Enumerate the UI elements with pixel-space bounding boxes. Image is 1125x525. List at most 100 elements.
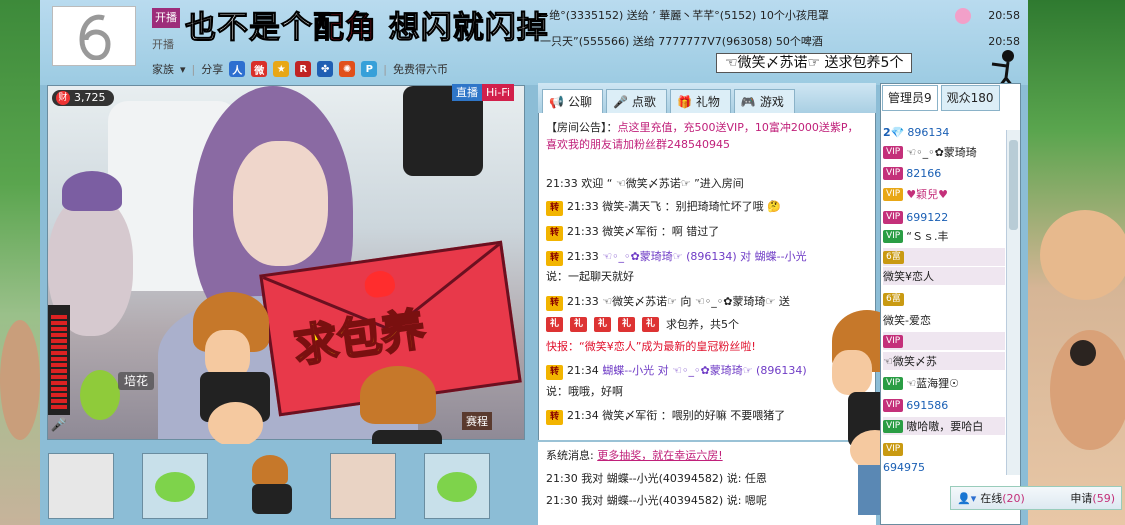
flower-button[interactable]: 培花	[118, 372, 155, 390]
gift-item-icon: 礼	[618, 316, 635, 332]
chat-message: 转 21:34 微笑〆军衔 ：喂别的好嘛 不要喂猪了	[546, 407, 785, 425]
user-panel-tabs: 管理员9 观众180	[880, 85, 1021, 111]
cartoon-shirt	[252, 484, 292, 514]
user-item[interactable]: VIP 699122	[883, 208, 1005, 226]
user-item[interactable]: VIP 嗷哈嗷，要哈白	[883, 417, 1005, 435]
scrollbar-thumb[interactable]	[1009, 140, 1018, 230]
live-time-label: 开播	[152, 38, 174, 51]
gift-ticker-line: 一只天”(555566) 送给 7777777V7(963058) 50个啤酒	[540, 35, 823, 48]
alien-icon	[155, 472, 195, 502]
room-announcement[interactable]: 【房间公告】：点这里充值，充500送VIP，10富冲2000送紫P，喜欢我的朋友…	[546, 119, 868, 153]
kaixin-icon[interactable]: ✺	[339, 61, 356, 77]
doll-eye	[1070, 340, 1096, 366]
user-item[interactable]: VIP ☜蓝海狸☉	[883, 374, 1005, 392]
gift-item-icon: 礼	[546, 316, 563, 332]
family-link[interactable]: 家族	[152, 61, 174, 77]
apply-tab[interactable]: 申请(59)	[1070, 490, 1115, 506]
user-item[interactable]: VIP 691586	[883, 396, 1005, 414]
chat-message: 礼 礼 礼 礼 礼 求包养，共5个	[546, 316, 739, 332]
tab-admins[interactable]: 管理员9	[882, 85, 938, 111]
guest-avatar[interactable]	[424, 453, 490, 519]
cucumber-mascot-icon	[80, 370, 120, 420]
user-item[interactable]: 6富	[883, 290, 1005, 308]
user-item[interactable]: VIP	[883, 332, 1005, 350]
chat-message: 转 21:33 微笑〆军衔 ：啊 错过了	[546, 223, 719, 241]
wealth-value: 3,725	[74, 91, 106, 104]
chat-message: 21:33 欢迎 “ ☜微笑〆苏诺☞ ”进入房间	[546, 177, 744, 190]
stream-badges: 直播 Hi-Fi	[452, 84, 514, 101]
tab-song-request[interactable]: 🎤 点歌	[605, 89, 667, 113]
user-item[interactable]: 微笑-爱恋	[883, 311, 1005, 329]
left-background	[0, 0, 40, 525]
left-doll	[0, 320, 40, 440]
wealth-badge: 财	[56, 91, 70, 105]
gift-icon: 🎁	[676, 94, 692, 109]
paw-icon[interactable]: ✤	[317, 61, 334, 77]
renren-icon[interactable]: R	[295, 61, 312, 77]
guest-avatar[interactable]	[48, 453, 114, 519]
lottery-link[interactable]: 更多抽奖，就在幸运六房!	[597, 449, 722, 462]
weibo-icon[interactable]: 微	[251, 61, 268, 77]
volume-meter[interactable]	[48, 305, 70, 415]
microphone-icon: 🎤	[612, 94, 628, 109]
chat-message: 说：哦哦，好啊	[546, 385, 623, 398]
system-label-row: 系统消息: 更多抽奖，就在幸运六房!	[546, 449, 723, 462]
chat-tabs: 📢 公聊 🎤 点歌 🎁 礼物 🎮 游戏	[538, 83, 876, 113]
gift-ticker-line: −绝°(3335152) 送给 ’ 華麗丶芊芊°(5152) 10个小孩甩罩	[540, 9, 829, 22]
user-list-scrollbar[interactable]	[1006, 130, 1020, 475]
gift-item-icon: 礼	[594, 316, 611, 332]
star-icon[interactable]: ★	[273, 61, 290, 77]
tab-public-chat[interactable]: 📢 公聊	[542, 89, 603, 113]
mic-icon[interactable]: 🎤	[50, 418, 68, 438]
free-coins-link[interactable]: 免费得六币	[393, 61, 448, 77]
cartoon-face	[832, 350, 872, 395]
live-badge: 直播	[452, 84, 482, 101]
online-tab[interactable]: 在线(20)	[980, 490, 1025, 506]
live-tag: 开播	[152, 8, 180, 28]
stick-figure-icon	[982, 48, 1020, 88]
user-item[interactable]: VIP “Ｓｓ.丰	[883, 227, 1005, 245]
user-footer: 👤▾ 在线(20) 申请(59)	[950, 486, 1122, 510]
cartoon-hair	[360, 366, 436, 424]
cartoon-hair	[252, 455, 288, 485]
user-item[interactable]: VIP 82166	[883, 164, 1005, 182]
user-item[interactable]: VIP ☜◦_◦✿蒙琦琦	[883, 143, 1005, 161]
user-item[interactable]: 694975	[883, 458, 1005, 476]
system-line: 21:30 我对 蝴蝶--小光(40394582) 说: 嗯呢	[546, 494, 767, 507]
p-icon[interactable]: P	[361, 61, 378, 77]
chat-message: 说：一起聊天就好	[546, 270, 634, 283]
family-dropdown-icon[interactable]: ▾	[180, 63, 186, 76]
guest-avatar[interactable]	[330, 453, 396, 519]
user-item[interactable]: VIP ♥颖兒♥	[883, 185, 1005, 203]
hifi-badge[interactable]: Hi-Fi	[482, 84, 514, 101]
tab-gifts[interactable]: 🎁 礼物	[669, 89, 731, 113]
user-item[interactable]: ☜微笑〆苏	[883, 352, 1005, 370]
user-item[interactable]: VIP	[883, 440, 1005, 458]
tab-games[interactable]: 🎮 游戏	[733, 89, 795, 113]
streamer-face	[233, 141, 328, 266]
thinking-emoji-icon: 🤔	[767, 200, 781, 213]
share-label: 分享	[201, 63, 224, 76]
user-item[interactable]: 2💎 896134	[883, 123, 1005, 141]
wealth-indicator: 财 3,725	[52, 90, 114, 106]
gift-item-icon: 礼	[570, 316, 587, 332]
gamepad-icon: 🎮	[740, 94, 756, 109]
zhuan-badge: 转	[546, 365, 563, 380]
users-icon: 👤▾	[957, 491, 977, 505]
tab-audience[interactable]: 观众180	[940, 85, 1000, 111]
gift-ticker-time: 20:58	[988, 9, 1020, 22]
flash-news: 快报：“微笑¥恋人”成为最新的皇冠粉丝啦!	[546, 340, 756, 353]
user-item[interactable]: 微笑¥恋人	[883, 267, 1005, 285]
zhuan-badge: 转	[546, 201, 563, 216]
match-label[interactable]: 赛程	[462, 412, 492, 430]
chat-message: 转 21:33 ☜微笑〆苏诺☞ 向 ☜◦_◦✿蒙琦琦☞ 送	[546, 293, 790, 311]
room-banner: 也不是个配角 想闪就闪掉	[185, 10, 549, 47]
zhuan-badge: 转	[546, 296, 563, 311]
guest-avatar[interactable]	[142, 453, 208, 519]
anchor-avatar[interactable]	[52, 6, 136, 66]
gift-doll-icon	[955, 8, 971, 24]
cartoon-belly	[208, 402, 263, 447]
user-item[interactable]: 6富	[883, 248, 1005, 266]
qzone-icon[interactable]: 人	[229, 61, 246, 77]
megaphone-icon: 📢	[549, 94, 564, 109]
